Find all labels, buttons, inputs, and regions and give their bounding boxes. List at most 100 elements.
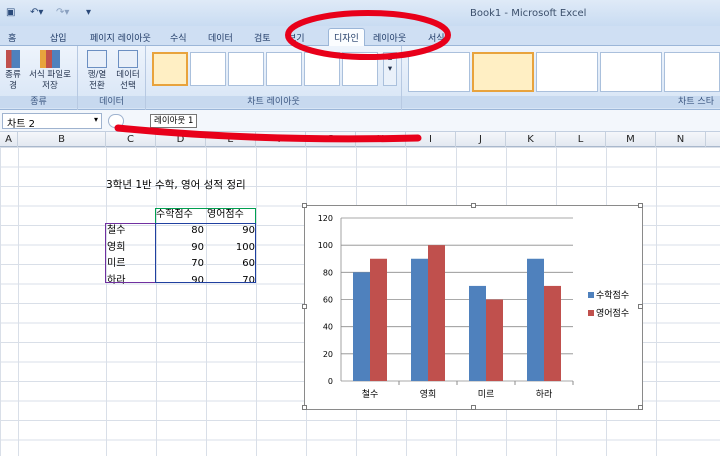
bar-수학점수-철수 <box>353 272 370 381</box>
column-header-K[interactable]: K <box>506 132 556 147</box>
resize-handle[interactable] <box>638 405 643 410</box>
ribbon: 종류 경 서식 파일로 저장 종류 행/열 전환 데이터 선택 데이터 ▴ ▾ 차… <box>0 46 720 110</box>
legend-swatch <box>588 310 594 316</box>
legend-label: 수학점수 <box>596 289 629 301</box>
grid-line <box>18 147 19 456</box>
formula-bar: 차트 2 ▾ 레이아웃 1 <box>0 110 720 132</box>
values-range-outline <box>155 223 256 283</box>
legend-label: 영어점수 <box>596 307 629 319</box>
style-4-thumbnail[interactable] <box>600 52 662 92</box>
tab-7[interactable]: 디자인 <box>328 28 365 46</box>
resize-handle[interactable] <box>471 203 476 208</box>
column-header-C[interactable]: C <box>106 132 156 147</box>
resize-handle[interactable] <box>638 203 643 208</box>
cancel-entry-button[interactable] <box>108 114 124 128</box>
y-tick-label: 80 <box>323 268 333 277</box>
bar-수학점수-미르 <box>469 285 486 381</box>
template-icon <box>40 50 60 68</box>
tab-4[interactable]: 데이터 <box>208 31 233 44</box>
name-box-value: 차트 2 <box>7 119 35 130</box>
x-tick-label: 철수 <box>362 389 379 400</box>
column-header-E[interactable]: E <box>206 132 256 147</box>
switch-icon <box>87 50 107 68</box>
save-icon[interactable]: ▣ <box>6 7 15 18</box>
layout-1-thumbnail[interactable] <box>152 52 188 86</box>
tab-8[interactable]: 레이아웃 <box>373 31 406 44</box>
column-header-F[interactable]: F <box>256 132 306 147</box>
layout-6-thumbnail[interactable] <box>342 52 378 86</box>
change-chart-type-label: 종류 경 <box>5 70 21 91</box>
style-2-thumbnail[interactable] <box>472 52 534 92</box>
chevron-down-icon[interactable]: ▾ <box>94 115 98 124</box>
y-tick-label: 20 <box>323 350 333 359</box>
column-headers: ABCDEFGHIJKLMN <box>0 132 720 147</box>
y-tick-label: 0 <box>328 377 333 386</box>
column-header-N[interactable]: N <box>656 132 706 147</box>
embedded-chart[interactable]: 0 20 40 60 80 100 120 철수 영희 미르 하라 수학점수 영어점수 <box>302 203 643 410</box>
layout-gallery-more-button[interactable]: ▴ ▾ <box>383 52 397 86</box>
resize-handle[interactable] <box>302 405 307 410</box>
save-template-label: 서식 파일로 저장 <box>29 70 71 91</box>
group-data: 행/열 전환 데이터 선택 데이터 <box>78 46 146 110</box>
column-header-J[interactable]: J <box>456 132 506 147</box>
tab-0[interactable]: 홈 <box>8 31 16 44</box>
group-data-label: 데이터 <box>78 96 145 108</box>
y-tick-label: 40 <box>323 323 333 332</box>
sheet-title-cell[interactable]: 3학년 1반 수학, 영어 성적 정리 <box>106 176 246 194</box>
chart-type-icon <box>6 50 20 68</box>
name-box[interactable]: 차트 2 ▾ <box>2 113 102 130</box>
grid-line <box>256 147 257 456</box>
layout-2-thumbnail[interactable] <box>190 52 226 86</box>
column-header-M[interactable]: M <box>606 132 656 147</box>
column-header-L[interactable]: L <box>556 132 606 147</box>
tab-3[interactable]: 수식 <box>170 31 187 44</box>
tab-9[interactable]: 서식 <box>428 31 445 44</box>
x-tick-label: 하라 <box>536 389 553 400</box>
group-chart-layout: ▴ ▾ 차트 레이아웃 <box>146 46 402 110</box>
column-header-G[interactable]: G <box>306 132 356 147</box>
tab-6[interactable]: 보기 <box>288 31 305 44</box>
series-name-range-outline <box>155 208 256 224</box>
select-data-button[interactable]: 데이터 선택 <box>112 50 144 92</box>
tab-2[interactable]: 페이지 레이아웃 <box>90 31 151 44</box>
group-chart-layout-label: 차트 레이아웃 <box>146 96 401 108</box>
column-header-B[interactable]: B <box>18 132 106 147</box>
style-5-thumbnail[interactable] <box>664 52 720 92</box>
ribbon-tabs: 홈 삽입 페이지 레이아웃 수식 데이터 검토 보기 디자인 레이아웃 서식 <box>0 26 720 46</box>
select-data-icon <box>118 50 138 68</box>
style-3-thumbnail[interactable] <box>536 52 598 92</box>
resize-handle[interactable] <box>302 203 307 208</box>
column-header-H[interactable]: H <box>356 132 406 147</box>
group-type: 종류 경 서식 파일로 저장 종류 <box>0 46 78 110</box>
layout-3-thumbnail[interactable] <box>228 52 264 86</box>
grid-line <box>0 147 1 456</box>
style-1-thumbnail[interactable] <box>408 52 470 92</box>
layout-5-thumbnail[interactable] <box>304 52 340 86</box>
bar-수학점수-영희 <box>411 258 428 381</box>
switch-row-column-button[interactable]: 행/열 전환 <box>82 50 112 92</box>
group-chart-style-label: 차트 스타 <box>402 96 720 108</box>
select-data-label: 데이터 선택 <box>116 70 140 91</box>
column-header-D[interactable]: D <box>156 132 206 147</box>
bar-영어점수-영희 <box>428 245 445 381</box>
resize-handle[interactable] <box>471 405 476 410</box>
change-chart-type-button[interactable]: 종류 경 <box>2 50 24 92</box>
column-header-I[interactable]: I <box>406 132 456 147</box>
resize-handle[interactable] <box>302 304 307 309</box>
bar-영어점수-하라 <box>544 285 561 381</box>
undo-icon[interactable]: ↶▾ <box>30 7 43 18</box>
group-chart-style: 차트 스타 <box>402 46 720 110</box>
tab-1[interactable]: 삽입 <box>50 31 67 44</box>
column-header-A[interactable]: A <box>0 132 18 147</box>
chart-canvas: 0 20 40 60 80 100 120 철수 영희 미르 하라 수학점수영어점수 <box>318 214 629 400</box>
grid-line <box>656 147 657 456</box>
group-type-label: 종류 <box>0 96 77 108</box>
redo-icon[interactable]: ↷▾ <box>56 7 69 18</box>
layout-4-thumbnail[interactable] <box>266 52 302 86</box>
x-tick-label: 미르 <box>478 389 495 400</box>
customize-icon[interactable]: ▾ <box>86 7 91 18</box>
tab-5[interactable]: 검토 <box>254 31 271 44</box>
save-template-button[interactable]: 서식 파일로 저장 <box>24 50 76 92</box>
resize-handle[interactable] <box>638 304 643 309</box>
bar-수학점수-하라 <box>527 258 544 381</box>
